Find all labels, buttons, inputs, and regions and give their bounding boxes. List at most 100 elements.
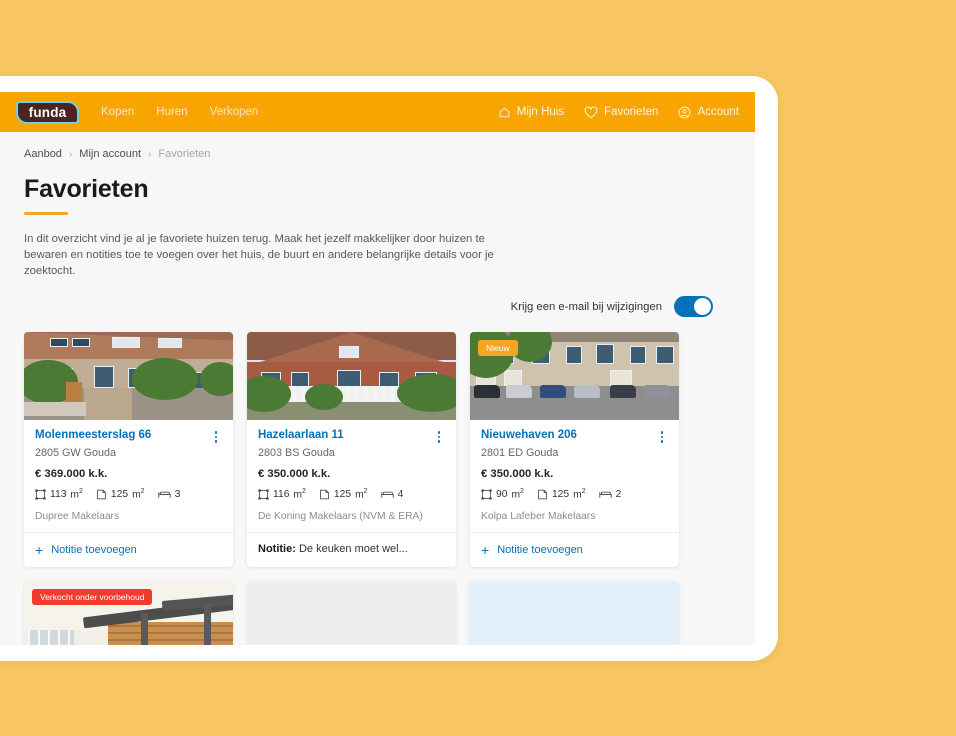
plot-area-value: 113 bbox=[50, 488, 67, 500]
listing-photo[interactable] bbox=[24, 332, 233, 421]
toggle-knob bbox=[694, 298, 711, 316]
living-area-feature: 125 m2 bbox=[319, 488, 368, 500]
site-header: funda Kopen Huren Verkopen Mijn Huis Fav… bbox=[0, 92, 755, 132]
page-title: Favorieten bbox=[24, 175, 149, 203]
bed-icon bbox=[157, 489, 171, 500]
bedrooms-feature: 4 bbox=[380, 488, 404, 500]
listing-note-footer[interactable]: + Notitie toevoegen bbox=[24, 532, 233, 567]
app-viewport: funda Kopen Huren Verkopen Mijn Huis Fav… bbox=[0, 92, 755, 645]
breadcrumb-item-aanbod[interactable]: Aanbod bbox=[24, 148, 62, 160]
heart-icon bbox=[584, 106, 598, 119]
listing-price: € 369.000 k.k. bbox=[35, 467, 108, 480]
living-area-icon bbox=[96, 489, 107, 500]
favorite-card[interactable] bbox=[247, 581, 456, 645]
email-notification-row: Krijg een e-mail bij wijzigingen bbox=[24, 296, 713, 318]
browser-panel: funda Kopen Huren Verkopen Mijn Huis Fav… bbox=[0, 76, 778, 661]
kebab-menu-icon[interactable] bbox=[433, 429, 445, 443]
listing-address-link[interactable]: Molenmeesterslag 66 bbox=[35, 429, 151, 443]
account-nav: Mijn Huis Favorieten Account bbox=[498, 92, 739, 132]
nav-item-account[interactable]: Account bbox=[678, 106, 739, 119]
funda-logo[interactable]: funda bbox=[16, 100, 79, 124]
listing-price: € 350.000 k.k. bbox=[258, 467, 331, 480]
living-area-value: 125 bbox=[551, 488, 570, 500]
add-note-label: Notitie toevoegen bbox=[497, 544, 583, 557]
nav-item-kopen[interactable]: Kopen bbox=[101, 106, 134, 118]
listing-details: Hazelaarlaan 11 2803 BS Gouda € 350.000 … bbox=[247, 420, 456, 532]
living-area-icon bbox=[537, 489, 548, 500]
listing-details: Molenmeesterslag 66 2805 GW Gouda € 369.… bbox=[24, 420, 233, 532]
plus-icon: + bbox=[481, 542, 490, 559]
breadcrumb-item-favorieten: Favorieten bbox=[158, 148, 211, 160]
title-underline bbox=[24, 212, 68, 215]
plot-area-icon bbox=[258, 488, 269, 500]
kebab-menu-icon[interactable] bbox=[210, 429, 222, 443]
listing-postcode: 2801 ED Gouda bbox=[481, 446, 559, 459]
nav-item-favorieten[interactable]: Favorieten bbox=[584, 106, 658, 119]
bedrooms-feature: 2 bbox=[598, 488, 622, 500]
bedrooms-feature: 3 bbox=[157, 488, 181, 500]
bedrooms-value: 3 bbox=[174, 488, 181, 500]
listing-agent: Kolpa Lafeber Makelaars bbox=[481, 511, 596, 523]
nav-item-mijn-huis-label: Mijn Huis bbox=[516, 106, 565, 118]
listing-features: 116 m2 125 m2 4 bbox=[258, 488, 445, 500]
favorite-card[interactable]: Nieuw Nieuwehaven 206 2801 ED Gouda € 35… bbox=[470, 332, 679, 568]
favorites-grid: Molenmeesterslag 66 2805 GW Gouda € 369.… bbox=[24, 332, 731, 645]
nav-item-account-label: Account bbox=[697, 106, 739, 118]
plot-area-icon bbox=[35, 488, 46, 500]
plot-area-value: 116 bbox=[273, 488, 290, 500]
favorite-card[interactable]: Hazelaarlaan 11 2803 BS Gouda € 350.000 … bbox=[247, 332, 456, 568]
listing-postcode: 2805 GW Gouda bbox=[35, 446, 117, 459]
living-area-feature: 125 m2 bbox=[96, 488, 145, 500]
listing-note: Notitie: De keuken moet wel... bbox=[258, 543, 408, 555]
listing-photo-placeholder bbox=[470, 581, 679, 645]
listing-note-footer[interactable]: + Notitie toevoegen bbox=[470, 532, 679, 567]
listing-note-footer[interactable]: Notitie: De keuken moet wel... bbox=[247, 532, 456, 565]
bedrooms-value: 4 bbox=[397, 488, 404, 500]
favorite-card[interactable]: Verkocht onder voorbehoud bbox=[24, 581, 233, 645]
nav-item-favorieten-label: Favorieten bbox=[604, 106, 659, 118]
plot-area-unit: m2 bbox=[70, 487, 83, 501]
plus-icon: + bbox=[35, 542, 44, 559]
breadcrumb: Aanbod › Mijn account › Favorieten bbox=[24, 132, 731, 160]
status-badge: Verkocht onder voorbehoud bbox=[32, 589, 153, 606]
page-intro: In dit overzicht vind je al je favoriete… bbox=[24, 233, 494, 278]
plot-area-icon bbox=[481, 488, 492, 500]
living-area-unit: m2 bbox=[355, 487, 368, 501]
note-text: De keuken moet wel... bbox=[298, 543, 408, 556]
living-area-feature: 125 m2 bbox=[537, 488, 586, 500]
bed-icon bbox=[380, 489, 394, 500]
favorite-card[interactable] bbox=[470, 581, 679, 645]
user-circle-icon bbox=[678, 106, 691, 119]
plot-area-feature: 90 m2 bbox=[481, 488, 524, 500]
note-label: Notitie: bbox=[258, 543, 296, 556]
listing-features: 113 m2 125 m2 3 bbox=[35, 488, 222, 500]
living-area-unit: m2 bbox=[132, 487, 145, 501]
breadcrumb-item-mijn-account[interactable]: Mijn account bbox=[79, 148, 141, 160]
listing-details: Nieuwehaven 206 2801 ED Gouda € 350.000 … bbox=[470, 420, 679, 532]
primary-nav: Kopen Huren Verkopen bbox=[101, 106, 258, 118]
bed-icon bbox=[598, 489, 612, 500]
nav-item-huren[interactable]: Huren bbox=[156, 106, 187, 118]
nav-item-verkopen[interactable]: Verkopen bbox=[210, 106, 259, 118]
funda-logo-text: funda bbox=[28, 104, 67, 120]
plot-area-feature: 116 m2 bbox=[258, 488, 306, 500]
add-note-label: Notitie toevoegen bbox=[51, 544, 137, 557]
nav-item-mijn-huis[interactable]: Mijn Huis bbox=[498, 106, 564, 119]
listing-photo[interactable]: Verkocht onder voorbehoud bbox=[24, 581, 233, 645]
listing-postcode: 2803 BS Gouda bbox=[258, 446, 335, 459]
listing-address-link[interactable]: Hazelaarlaan 11 bbox=[258, 429, 344, 443]
living-area-icon bbox=[319, 489, 330, 500]
living-area-unit: m2 bbox=[573, 487, 586, 501]
listing-photo[interactable] bbox=[247, 332, 456, 421]
kebab-menu-icon[interactable] bbox=[656, 429, 668, 443]
status-badge: Nieuw bbox=[478, 340, 518, 357]
living-area-value: 125 bbox=[110, 488, 129, 500]
listing-photo[interactable]: Nieuw bbox=[470, 332, 679, 421]
plot-area-feature: 113 m2 bbox=[35, 488, 83, 500]
email-toggle-switch[interactable] bbox=[674, 296, 713, 318]
favorite-card[interactable]: Molenmeesterslag 66 2805 GW Gouda € 369.… bbox=[24, 332, 233, 568]
listing-address-link[interactable]: Nieuwehaven 206 bbox=[481, 429, 577, 443]
plot-area-unit: m2 bbox=[511, 487, 524, 501]
listing-price: € 350.000 k.k. bbox=[481, 467, 554, 480]
bedrooms-value: 2 bbox=[615, 488, 622, 500]
